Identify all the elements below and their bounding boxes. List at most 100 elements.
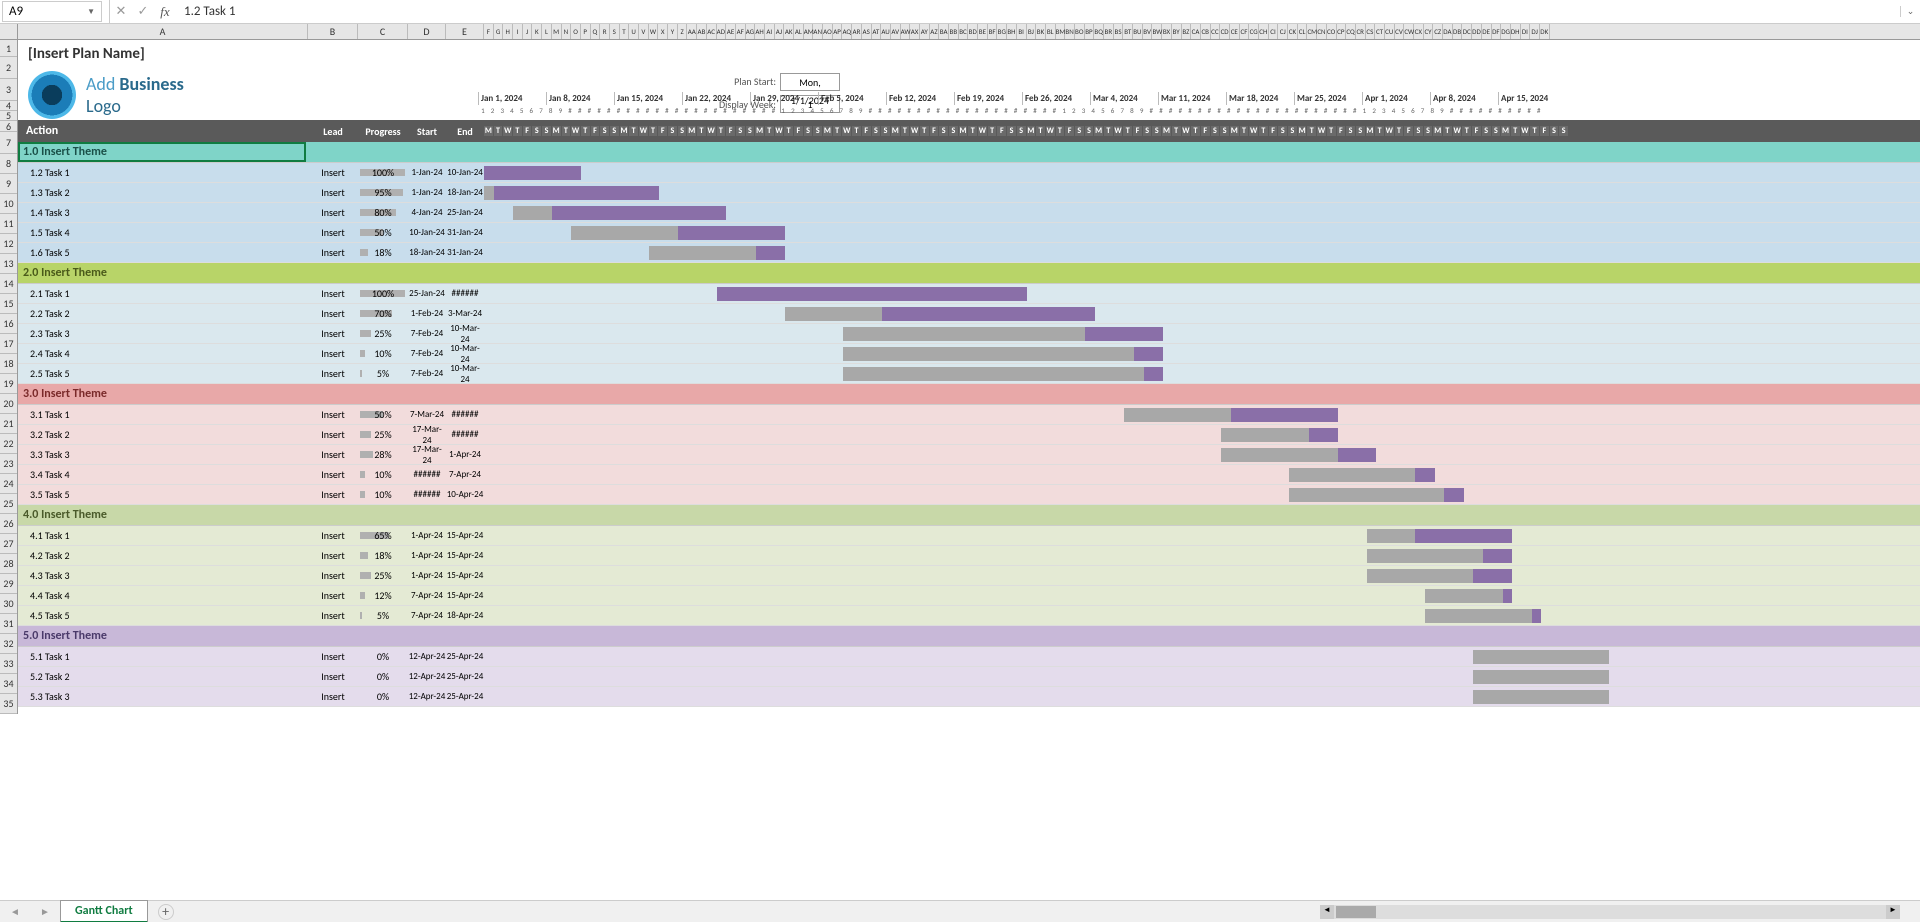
theme-header[interactable]: 3.0 Insert Theme	[18, 384, 1920, 405]
task-start[interactable]: ######	[408, 489, 446, 500]
task-progress[interactable]: 0%	[358, 690, 408, 703]
task-progress[interactable]: 100%	[358, 166, 408, 179]
task-name[interactable]: 2.1 Task 1	[18, 287, 308, 300]
cancel-icon[interactable]: ✕	[110, 4, 132, 19]
task-lead[interactable]: Insert	[308, 650, 358, 663]
task-row[interactable]: 5.1 Task 1 Insert 0% 12-Apr-24 25-Apr-24	[18, 647, 1920, 667]
task-lead[interactable]: Insert	[308, 166, 358, 179]
task-progress[interactable]: 10%	[358, 488, 408, 501]
task-end[interactable]: 25-Apr-24	[446, 671, 484, 682]
scroll-right-icon[interactable]: ►	[1886, 905, 1900, 919]
task-end[interactable]: 10-Mar-24	[446, 363, 484, 385]
task-end[interactable]: 15-Apr-24	[446, 570, 484, 581]
task-start[interactable]: 7-Feb-24	[408, 348, 446, 359]
task-row[interactable]: 4.5 Task 5 Insert 5% 7-Apr-24 18-Apr-24	[18, 606, 1920, 626]
task-progress[interactable]: 28%	[358, 448, 408, 461]
task-name[interactable]: 4.5 Task 5	[18, 609, 308, 622]
task-start[interactable]: 12-Apr-24	[408, 691, 446, 702]
task-start[interactable]: 1-Jan-24	[408, 167, 446, 178]
task-name[interactable]: 2.3 Task 3	[18, 327, 308, 340]
task-progress[interactable]: 5%	[358, 609, 408, 622]
task-name[interactable]: 4.3 Task 3	[18, 569, 308, 582]
task-start[interactable]: 1-Jan-24	[408, 187, 446, 198]
task-row[interactable]: 3.1 Task 1 Insert 50% 7-Mar-24 ######	[18, 405, 1920, 425]
task-name[interactable]: 1.6 Task 5	[18, 246, 308, 259]
task-end[interactable]: 10-Mar-24	[446, 323, 484, 345]
task-start[interactable]: 7-Mar-24	[408, 409, 446, 420]
task-end[interactable]: 10-Apr-24	[446, 489, 484, 500]
task-progress[interactable]: 65%	[358, 529, 408, 542]
task-end[interactable]: 15-Apr-24	[446, 590, 484, 601]
task-progress[interactable]: 80%	[358, 206, 408, 219]
task-progress[interactable]: 0%	[358, 670, 408, 683]
theme-header[interactable]: 1.0 Insert Theme	[18, 142, 1920, 163]
task-lead[interactable]: Insert	[308, 287, 358, 300]
task-start[interactable]: 7-Feb-24	[408, 328, 446, 339]
task-name[interactable]: 1.3 Task 2	[18, 186, 308, 199]
task-progress[interactable]: 18%	[358, 246, 408, 259]
task-end[interactable]: ######	[446, 409, 484, 420]
expand-formula-icon[interactable]: ⌄	[1900, 6, 1920, 17]
name-box[interactable]: A9 ▼	[2, 1, 102, 22]
task-lead[interactable]: Insert	[308, 670, 358, 683]
task-progress[interactable]: 50%	[358, 226, 408, 239]
task-lead[interactable]: Insert	[308, 448, 358, 461]
task-lead[interactable]: Insert	[308, 529, 358, 542]
row-headers[interactable]: 1234567891011121314151617181920212223242…	[0, 40, 18, 714]
sheet-tab-gantt[interactable]: Gantt Chart	[60, 900, 148, 922]
theme-header[interactable]: 4.0 Insert Theme	[18, 505, 1920, 526]
task-start[interactable]: 7-Apr-24	[408, 610, 446, 621]
fx-icon[interactable]: fx	[154, 4, 176, 20]
task-lead[interactable]: Insert	[308, 186, 358, 199]
task-progress[interactable]: 95%	[358, 186, 408, 199]
task-end[interactable]: 1-Apr-24	[446, 449, 484, 460]
task-row[interactable]: 3.4 Task 4 Insert 10% ###### 7-Apr-24	[18, 465, 1920, 485]
task-row[interactable]: 2.1 Task 1 Insert 100% 25-Jan-24 ######	[18, 284, 1920, 304]
task-name[interactable]: 5.1 Task 1	[18, 650, 308, 663]
task-end[interactable]: 31-Jan-24	[446, 247, 484, 258]
task-end[interactable]: 18-Apr-24	[446, 610, 484, 621]
task-end[interactable]: 7-Apr-24	[446, 469, 484, 480]
task-end[interactable]: 10-Jan-24	[446, 167, 484, 178]
task-lead[interactable]: Insert	[308, 347, 358, 360]
task-lead[interactable]: Insert	[308, 226, 358, 239]
task-progress[interactable]: 25%	[358, 569, 408, 582]
task-name[interactable]: 5.3 Task 3	[18, 690, 308, 703]
task-row[interactable]: 4.3 Task 3 Insert 25% 1-Apr-24 15-Apr-24	[18, 566, 1920, 586]
task-progress[interactable]: 10%	[358, 347, 408, 360]
task-name[interactable]: 3.4 Task 4	[18, 468, 308, 481]
task-start[interactable]: ######	[408, 469, 446, 480]
task-progress[interactable]: 100%	[358, 287, 408, 300]
horizontal-scrollbar[interactable]: ◄ ►	[1320, 905, 1900, 919]
column-headers[interactable]: ABCDEFGHIJKLMNOPQRSTUVWXYZAAABACADAEAFAG…	[18, 24, 1920, 40]
task-start[interactable]: 18-Jan-24	[408, 247, 446, 258]
task-name[interactable]: 1.5 Task 4	[18, 226, 308, 239]
enter-icon[interactable]: ✓	[132, 4, 154, 19]
task-progress[interactable]: 25%	[358, 327, 408, 340]
next-sheet-icon[interactable]: ►	[40, 905, 50, 918]
task-row[interactable]: 4.1 Task 1 Insert 65% 1-Apr-24 15-Apr-24	[18, 526, 1920, 546]
task-name[interactable]: 2.4 Task 4	[18, 347, 308, 360]
task-lead[interactable]: Insert	[308, 488, 358, 501]
task-end[interactable]: 3-Mar-24	[446, 308, 484, 319]
task-end[interactable]: 25-Jan-24	[446, 207, 484, 218]
task-row[interactable]: 5.2 Task 2 Insert 0% 12-Apr-24 25-Apr-24	[18, 667, 1920, 687]
task-row[interactable]: 2.4 Task 4 Insert 10% 7-Feb-24 10-Mar-24	[18, 344, 1920, 364]
task-name[interactable]: 1.2 Task 1	[18, 166, 308, 179]
task-name[interactable]: 4.4 Task 4	[18, 589, 308, 602]
task-name[interactable]: 4.2 Task 2	[18, 549, 308, 562]
task-lead[interactable]: Insert	[308, 549, 358, 562]
task-lead[interactable]: Insert	[308, 569, 358, 582]
task-lead[interactable]: Insert	[308, 307, 358, 320]
task-row[interactable]: 2.5 Task 5 Insert 5% 7-Feb-24 10-Mar-24	[18, 364, 1920, 384]
task-name[interactable]: 3.3 Task 3	[18, 448, 308, 461]
task-lead[interactable]: Insert	[308, 468, 358, 481]
plan-start-input[interactable]: Mon, 1/1/2024	[780, 73, 840, 91]
task-lead[interactable]: Insert	[308, 327, 358, 340]
task-name[interactable]: 4.1 Task 1	[18, 529, 308, 542]
task-name[interactable]: 5.2 Task 2	[18, 670, 308, 683]
task-end[interactable]: 10-Mar-24	[446, 343, 484, 365]
task-row[interactable]: 3.5 Task 5 Insert 10% ###### 10-Apr-24	[18, 485, 1920, 505]
task-start[interactable]: 17-Mar-24	[408, 444, 446, 466]
task-row[interactable]: 3.2 Task 2 Insert 25% 17-Mar-24 ######	[18, 425, 1920, 445]
